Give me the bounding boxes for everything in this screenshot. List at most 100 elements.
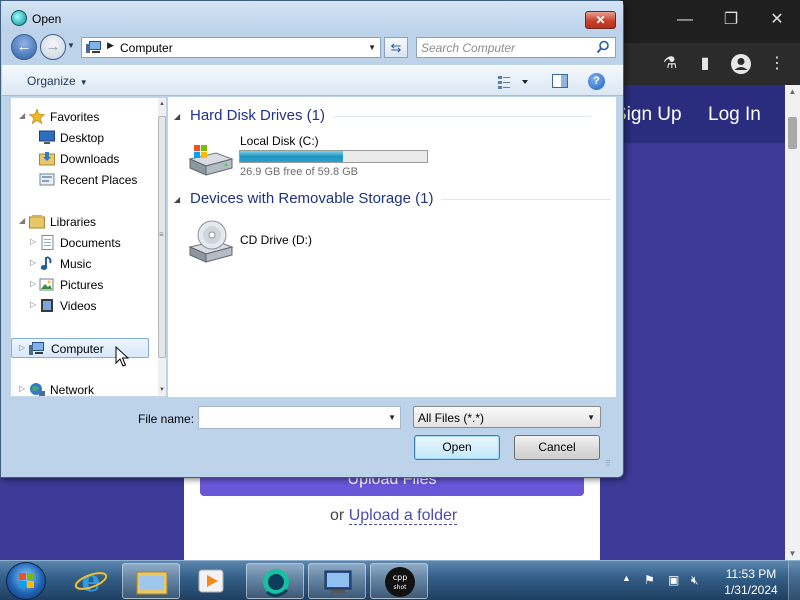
volume-muted-icon[interactable]: 🔇︎: [691, 573, 699, 588]
file-name-input[interactable]: [202, 410, 382, 425]
scroll-up-icon[interactable]: ▲: [158, 101, 166, 107]
local-disk-icon[interactable]: [186, 139, 234, 179]
recent-pages-dropdown-icon[interactable]: ▼: [67, 41, 75, 50]
preview-pane-icon[interactable]: [552, 73, 568, 89]
chevron-down-icon[interactable]: ▼: [388, 413, 396, 422]
back-arrow-icon[interactable]: ←: [11, 34, 37, 60]
upload-folder-link[interactable]: Upload a folder: [348, 507, 458, 525]
videos-icon: [41, 299, 53, 312]
expand-arrow-icon[interactable]: ◢: [19, 216, 25, 225]
close-window-button[interactable]: ✕: [762, 10, 792, 30]
taskbar-media-player[interactable]: [182, 563, 240, 599]
search-input[interactable]: [421, 40, 591, 55]
scroll-down-icon[interactable]: ▼: [785, 549, 800, 558]
nav-videos[interactable]: ▷ Videos: [11, 296, 151, 316]
labs-flask-icon[interactable]: ⚗: [659, 53, 681, 75]
network-tray-icon[interactable]: ▣: [668, 573, 679, 587]
internet-explorer-icon: e: [74, 564, 108, 599]
open-button[interactable]: Open: [414, 435, 500, 460]
taskbar-windows-explorer[interactable]: [122, 563, 180, 599]
maximize-button[interactable]: ❐: [716, 10, 746, 30]
collapsed-arrow-icon[interactable]: ▷: [19, 384, 25, 393]
address-location[interactable]: Computer: [120, 41, 173, 55]
nav-desktop[interactable]: Desktop: [11, 128, 151, 148]
scroll-down-icon[interactable]: ▼: [158, 387, 166, 393]
group-header-hard-disks[interactable]: Hard Disk Drives (1): [190, 107, 592, 124]
cd-drive-icon[interactable]: [186, 217, 234, 265]
group-title: Devices with Removable Storage (1): [190, 190, 434, 207]
help-icon[interactable]: ?: [588, 73, 605, 90]
address-bar[interactable]: ▶ Computer ▼: [81, 37, 381, 58]
collapsed-arrow-icon[interactable]: ▷: [19, 343, 25, 352]
group-header-removable[interactable]: Devices with Removable Storage (1): [190, 190, 612, 207]
nav-downloads[interactable]: Downloads: [11, 149, 151, 169]
nav-recent-places[interactable]: Recent Places: [11, 170, 151, 190]
nav-libraries[interactable]: ◢ Libraries: [11, 212, 151, 232]
address-dropdown-icon[interactable]: ▼: [368, 43, 376, 52]
scroll-up-icon[interactable]: ▲: [785, 87, 800, 96]
nav-label: Desktop: [60, 131, 105, 145]
taskbar-internet-explorer[interactable]: e: [62, 563, 120, 599]
downloads-folder-icon: [39, 152, 55, 166]
local-disk-name[interactable]: Local Disk (C:): [240, 134, 319, 148]
chevron-down-icon: ▼: [79, 78, 88, 87]
forward-arrow-icon[interactable]: →: [40, 34, 66, 60]
network-icon: [30, 383, 45, 396]
cancel-button[interactable]: Cancel: [514, 435, 600, 460]
windows-logo-icon: [19, 573, 34, 588]
nav-label: Videos: [60, 299, 97, 313]
action-center-flag-icon[interactable]: ⚑: [644, 573, 655, 587]
taskbar-remote-desktop[interactable]: [308, 563, 366, 599]
desktop-icon: [39, 130, 55, 144]
resize-grip-icon[interactable]: ⠿: [605, 459, 611, 468]
menu-kebab-icon[interactable]: ⋮: [766, 53, 788, 75]
upload-files-button[interactable]: Upload Files: [200, 476, 584, 496]
file-name-combobox[interactable]: ▼: [198, 406, 401, 429]
nav-label: Network: [50, 383, 95, 397]
file-type-select[interactable]: All Files (*.*) ▼: [413, 406, 601, 428]
collapsed-arrow-icon[interactable]: ▷: [30, 258, 36, 267]
sign-up-link[interactable]: Sign Up: [614, 104, 682, 126]
breadcrumb-chevron-icon[interactable]: ▶: [107, 40, 114, 51]
clock-time[interactable]: 11:53 PM: [723, 567, 779, 581]
dialog-footer: File name: ▼ All Files (*.*) ▼ Open Canc…: [1, 397, 623, 477]
change-view-icon[interactable]: [497, 74, 529, 90]
start-button[interactable]: [6, 562, 46, 600]
collapsed-arrow-icon[interactable]: ▷: [30, 237, 36, 246]
disk-usage-fill: [240, 151, 343, 162]
cd-drive-name[interactable]: CD Drive (D:): [240, 233, 312, 247]
sidepanel-icon[interactable]: ▮: [694, 53, 716, 75]
pictures-icon: [39, 278, 54, 291]
profile-icon[interactable]: [730, 53, 752, 75]
computer-icon: [29, 342, 44, 355]
nav-pane-scrollbar[interactable]: ▲ ≡ ▼: [158, 98, 166, 396]
nav-pictures[interactable]: ▷ Pictures: [11, 275, 151, 295]
log-in-link[interactable]: Log In: [708, 104, 761, 126]
dialog-titlebar[interactable]: Open ✕: [1, 1, 623, 31]
expand-arrow-icon[interactable]: ◢: [19, 111, 25, 120]
organize-button[interactable]: Organize ▼: [27, 74, 88, 88]
search-icon[interactable]: [596, 40, 610, 54]
minimize-button[interactable]: —: [670, 10, 700, 30]
group-collapse-icon[interactable]: ◢: [174, 195, 180, 204]
refresh-icon[interactable]: ⇆: [384, 37, 408, 58]
clock-date[interactable]: 1/31/2024: [719, 583, 783, 597]
search-box[interactable]: [416, 37, 616, 58]
scroll-thumb[interactable]: [788, 117, 797, 149]
nav-label: Computer: [51, 342, 104, 356]
nav-documents[interactable]: ▷ Documents: [11, 233, 151, 253]
tray-expand-icon[interactable]: ▲: [622, 573, 631, 583]
group-collapse-icon[interactable]: ◢: [174, 112, 180, 121]
nav-favorites[interactable]: ◢ Favorites: [11, 107, 151, 127]
show-desktop-button[interactable]: [788, 561, 800, 600]
taskbar-browser[interactable]: [246, 563, 304, 599]
collapsed-arrow-icon[interactable]: ▷: [30, 279, 36, 288]
svg-text:e: e: [81, 564, 100, 599]
nav-music[interactable]: ▷ Music: [11, 254, 151, 274]
page-scrollbar[interactable]: ▲ ▼: [785, 85, 800, 560]
taskbar-cpp-shot[interactable]: cpp shot: [370, 563, 428, 599]
dialog-close-button[interactable]: ✕: [585, 11, 616, 29]
svg-text:cpp: cpp: [393, 573, 408, 582]
collapsed-arrow-icon[interactable]: ▷: [30, 300, 36, 309]
app-icon: [11, 10, 27, 26]
